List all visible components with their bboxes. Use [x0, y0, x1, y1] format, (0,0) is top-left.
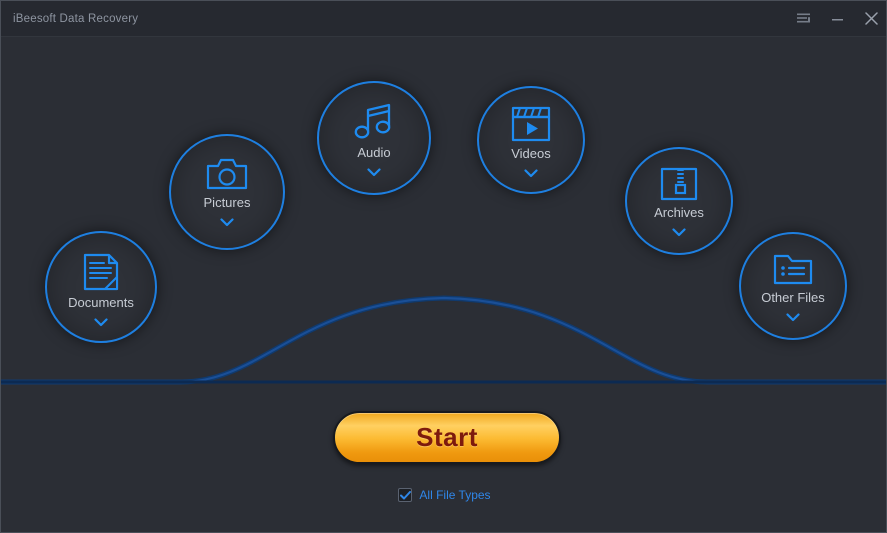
chevron-down-icon[interactable] [786, 313, 800, 322]
close-button[interactable] [854, 1, 886, 37]
document-icon [83, 253, 119, 291]
minimize-button[interactable] [820, 1, 854, 37]
zip-archive-icon [660, 167, 698, 201]
chevron-down-icon[interactable] [524, 169, 538, 178]
all-file-types-checkbox[interactable] [398, 488, 413, 502]
app-window: iBeesoft Data Recovery Documents Picture… [0, 0, 887, 533]
chevron-down-icon[interactable] [367, 168, 381, 177]
folder-list-icon [773, 252, 813, 286]
all-file-types-label[interactable]: All File Types [419, 488, 490, 502]
category-videos[interactable]: Videos [477, 86, 585, 194]
chevron-down-icon[interactable] [672, 228, 686, 237]
chevron-down-icon[interactable] [94, 318, 108, 327]
start-button-label: Start [416, 422, 478, 452]
category-documents[interactable]: Documents [45, 231, 157, 343]
category-label-documents: Documents [68, 295, 134, 310]
close-icon [864, 12, 878, 25]
titlebar[interactable]: iBeesoft Data Recovery [1, 1, 886, 37]
category-label-pictures: Pictures [203, 195, 251, 210]
music-note-icon [354, 103, 394, 141]
checkmark-icon [399, 490, 411, 499]
clapperboard-play-icon [510, 106, 552, 142]
window-controls [786, 1, 886, 37]
hamburger-menu-button[interactable] [786, 1, 820, 37]
start-button[interactable]: Start [333, 411, 561, 464]
category-audio[interactable]: Audio [317, 81, 431, 195]
hamburger-menu-icon [796, 13, 810, 22]
category-label-videos: Videos [511, 146, 551, 161]
camera-icon [206, 157, 248, 191]
category-otherfiles[interactable]: Other Files [739, 232, 847, 340]
window-title: iBeesoft Data Recovery [13, 12, 139, 25]
chevron-down-icon[interactable] [220, 218, 234, 227]
category-label-audio: Audio [357, 145, 391, 160]
category-label-archives: Archives [654, 205, 704, 220]
all-file-types-row: All File Types [1, 488, 886, 502]
category-label-otherfiles: Other Files [761, 290, 825, 305]
minimize-icon [831, 18, 843, 20]
category-archives[interactable]: Archives [625, 147, 733, 255]
category-pictures[interactable]: Pictures [169, 134, 285, 250]
